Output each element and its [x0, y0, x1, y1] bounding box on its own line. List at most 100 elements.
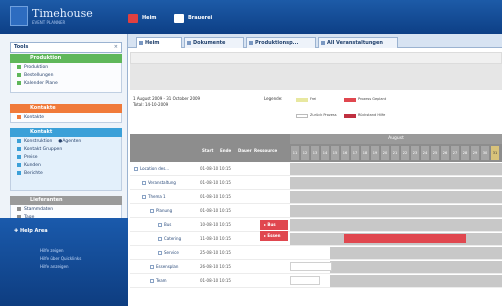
filter-area — [130, 64, 502, 90]
header-link-home[interactable]: Heim — [128, 13, 157, 23]
row-timeline[interactable] — [290, 218, 502, 232]
row-date: 10-08-10 10:15 — [200, 222, 231, 227]
tab-icon — [139, 41, 143, 45]
task-bar[interactable] — [290, 262, 332, 271]
legend-swatch — [344, 98, 356, 102]
legend-label: Legende: — [264, 96, 283, 101]
expand-icon[interactable] — [150, 265, 154, 269]
help-link[interactable]: Hilfe zeigen — [40, 248, 64, 253]
resource-tag[interactable]: ▸ Essen — [260, 231, 288, 241]
expand-icon[interactable] — [142, 181, 146, 185]
expand-icon[interactable] — [142, 195, 146, 199]
item-icon — [17, 73, 21, 77]
expand-icon[interactable] — [158, 251, 162, 255]
item-icon — [17, 171, 21, 175]
tab-icon — [249, 41, 253, 45]
tab-production[interactable]: Produktionsp... — [246, 37, 316, 48]
day-column-header: 13 — [310, 146, 319, 160]
column-header: Ende — [220, 148, 232, 153]
logo-title: Timehouse — [32, 7, 93, 20]
row-label[interactable]: Planung — [150, 208, 172, 213]
item-icon — [17, 207, 21, 211]
expand-icon[interactable] — [134, 167, 138, 171]
row-timeline[interactable] — [290, 204, 502, 218]
legend-text: Prozess Geplant — [358, 97, 387, 101]
timeline-band — [290, 163, 502, 175]
day-column-header: 23 — [410, 146, 419, 160]
row-timeline[interactable] — [290, 232, 502, 246]
gantt-row[interactable]: Location des... 01-08-10 10:15 — [130, 162, 502, 176]
sidebar-item[interactable]: Kalender Plane — [11, 79, 121, 87]
row-timeline[interactable] — [290, 260, 502, 274]
sidebar-item[interactable]: Berichte — [11, 169, 121, 177]
sidebar-item[interactable]: Kontakte — [11, 113, 121, 121]
item-icon — [17, 81, 21, 85]
sidebar-item[interactable]: Kunden — [11, 161, 121, 169]
sidebar-item[interactable]: Stammdaten — [11, 205, 121, 213]
row-timeline[interactable] — [290, 190, 502, 204]
tab-home[interactable]: Heim — [136, 37, 182, 48]
row-timeline[interactable] — [290, 246, 502, 260]
sidebar-item[interactable]: Preise — [11, 153, 121, 161]
row-label[interactable]: Location des... — [134, 166, 169, 171]
tab-all-events[interactable]: All Veranstaltungen — [318, 37, 398, 48]
app-logo[interactable]: Timehouse EVENT PLANNER — [10, 6, 114, 28]
toolbar — [130, 52, 502, 64]
gantt-row[interactable]: Essensplan 26-08-10 10:15 — [130, 260, 502, 274]
gantt-row[interactable]: Team 01-08-10 10:15 — [130, 274, 502, 288]
resource-tag[interactable]: ▸ Bus — [260, 220, 288, 230]
row-label[interactable]: Team — [150, 278, 167, 283]
task-bar[interactable] — [290, 276, 320, 285]
sidebar-item[interactable]: Bestellungen — [11, 71, 121, 79]
gantt-row[interactable]: Bus 10-08-10 10:15 — [130, 218, 502, 232]
help-link[interactable]: Hilfe über Quicklinks — [40, 256, 81, 261]
sidebar-item[interactable]: Konstruktion ● Agenten — [11, 137, 121, 145]
gantt-row[interactable]: Thema 1 01-08-10 10:15 — [130, 190, 502, 204]
expand-icon[interactable] — [158, 223, 162, 227]
column-header: Ressource — [254, 148, 278, 153]
gantt-row[interactable]: Veranstaltung 01-08-10 10:15 — [130, 176, 502, 190]
row-date: 01-08-10 10:15 — [200, 208, 231, 213]
legend-swatch — [296, 98, 308, 102]
section-suppliers[interactable]: Lieferanten — [10, 196, 122, 205]
section-contacts[interactable]: Kontakte — [10, 104, 122, 113]
row-label[interactable]: Catering — [158, 236, 181, 241]
row-timeline[interactable] — [290, 162, 502, 176]
tools-header[interactable]: Tools × — [10, 42, 122, 53]
expand-icon[interactable] — [150, 279, 154, 283]
section-contact[interactable]: Kontakt — [10, 128, 122, 137]
sidebar-item[interactable]: Kontakt Gruppen — [11, 145, 121, 153]
day-column-header: 31 — [490, 146, 499, 160]
row-label[interactable]: Thema 1 — [142, 194, 166, 199]
row-label[interactable]: Veranstaltung — [142, 180, 176, 185]
column-header: Start — [202, 148, 214, 153]
row-label[interactable]: Service — [158, 250, 179, 255]
tab-documents[interactable]: Dokumente — [184, 37, 244, 48]
row-label[interactable]: Essensplan — [150, 264, 178, 269]
task-bar[interactable] — [344, 234, 466, 243]
gantt-row[interactable]: Service 25-08-10 10:15 — [130, 246, 502, 260]
logo-subtitle: EVENT PLANNER — [32, 20, 66, 25]
gantt-header: August Start Ende Dauer Ressource 11 12 13… — [130, 134, 502, 162]
item-icon — [17, 139, 21, 143]
sidebar-item[interactable]: Produktion — [11, 63, 121, 71]
expand-icon[interactable] — [150, 209, 154, 213]
row-label[interactable]: Bus — [158, 222, 171, 227]
app-header: Timehouse EVENT PLANNER Heim Brauerei — [0, 0, 502, 34]
item-icon — [17, 115, 21, 119]
gantt-row[interactable]: Planung 01-08-10 10:15 — [130, 204, 502, 218]
legend-text: Frei — [310, 97, 317, 101]
day-column-header: 26 — [440, 146, 449, 160]
header-link-brewery[interactable]: Brauerei — [174, 13, 212, 23]
help-link[interactable]: Hilfe anzeigen — [40, 264, 69, 269]
month-label: August — [290, 134, 502, 144]
day-column-header: 29 — [470, 146, 479, 160]
item-icon — [17, 65, 21, 69]
row-timeline[interactable] — [290, 274, 502, 288]
close-icon[interactable]: × — [114, 43, 118, 52]
section-production-body: Produktion Bestellungen Kalender Plane — [10, 63, 122, 93]
expand-icon[interactable] — [158, 237, 162, 241]
gantt-row[interactable]: Catering 11-08-10 10:15 — [130, 232, 502, 246]
section-production[interactable]: Produktion — [10, 54, 122, 63]
row-timeline[interactable] — [290, 176, 502, 190]
